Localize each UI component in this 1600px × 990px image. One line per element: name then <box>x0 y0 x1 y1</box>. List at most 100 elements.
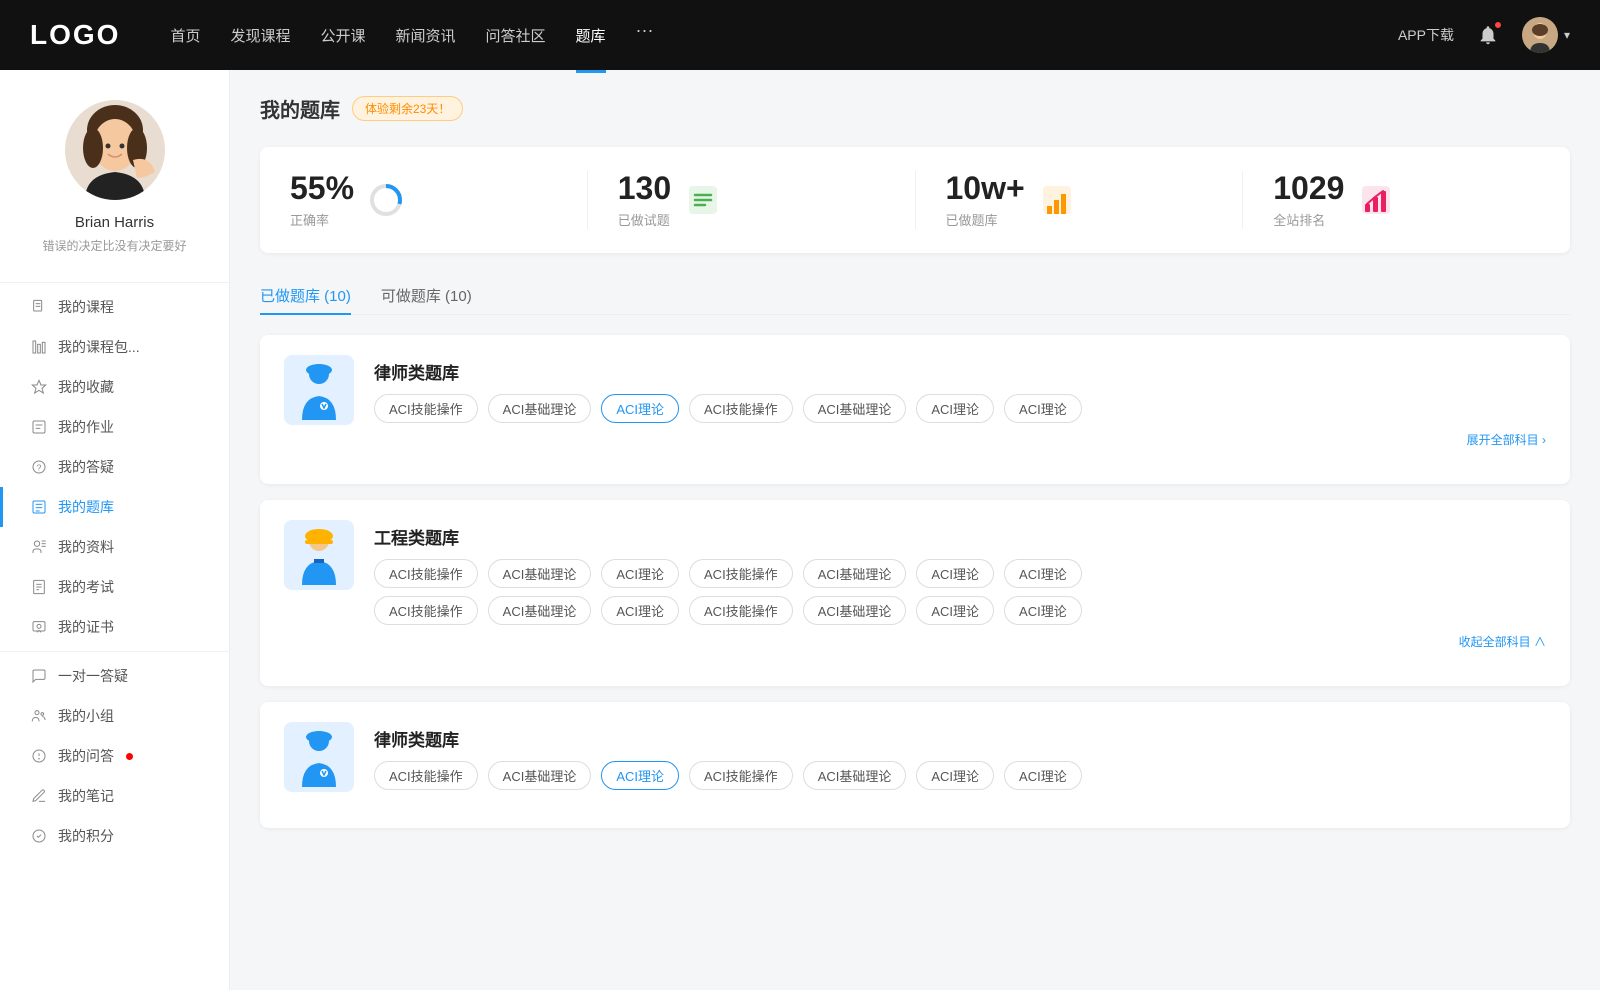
tag[interactable]: ACI基础理论 <box>803 596 907 625</box>
tag[interactable]: ACI技能操作 <box>374 394 478 423</box>
sidebar-item-my-cert[interactable]: 我的证书 <box>0 607 229 647</box>
sidebar-item-label: 我的课程包... <box>58 337 140 357</box>
nav-open[interactable]: 公开课 <box>320 20 365 51</box>
user-avatar-menu[interactable]: ▾ <box>1522 17 1570 53</box>
tag[interactable]: ACI基础理论 <box>803 394 907 423</box>
sidebar-item-my-profile[interactable]: 我的资料 <box>0 527 229 567</box>
app-download-link[interactable]: APP下载 <box>1398 25 1454 45</box>
tabs-row: 已做题库 (10) 可做题库 (10) <box>260 277 1570 315</box>
sidebar-item-label: 我的考试 <box>58 577 114 597</box>
page-title: 我的题库 <box>260 94 340 123</box>
tag[interactable]: ACI基础理论 <box>803 761 907 790</box>
question-icon: ? <box>30 458 48 476</box>
sidebar-item-label: 我的资料 <box>58 537 114 557</box>
collapse-link-engineer1[interactable]: 收起全部科目 ∧ <box>374 633 1546 650</box>
tag[interactable]: ACI技能操作 <box>374 761 478 790</box>
tags-row-engineer1-row2: ACI技能操作 ACI基础理论 ACI理论 ACI技能操作 ACI基础理论 AC… <box>374 596 1546 625</box>
nav-qa[interactable]: 问答社区 <box>486 20 546 51</box>
svg-text:?: ? <box>37 462 42 472</box>
stat-done-banks-value: 10w+ <box>946 171 1025 206</box>
tag[interactable]: ACI理论 <box>1004 596 1082 625</box>
tag-selected[interactable]: ACI理论 <box>601 761 679 790</box>
cert-icon <box>30 618 48 636</box>
tag[interactable]: ACI理论 <box>601 559 679 588</box>
sidebar-item-my-exam[interactable]: 我的考试 <box>0 567 229 607</box>
homework-icon <box>30 418 48 436</box>
sidebar-item-my-notes[interactable]: 我的笔记 <box>0 776 229 816</box>
sidebar-item-my-group[interactable]: 我的小组 <box>0 696 229 736</box>
stat-accuracy: 55% 正确率 <box>260 171 588 229</box>
tag[interactable]: ACI技能操作 <box>374 596 478 625</box>
qbank-card-header: 工程类题库 ACI技能操作 ACI基础理论 ACI理论 ACI技能操作 ACI基… <box>284 520 1546 650</box>
tag[interactable]: ACI理论 <box>916 559 994 588</box>
nav-qbank[interactable]: 题库 <box>576 20 606 51</box>
qbank-name-engineer1: 工程类题库 <box>374 524 1546 549</box>
chevron-down-icon: ▾ <box>1564 28 1570 42</box>
tag[interactable]: ACI理论 <box>916 596 994 625</box>
sidebar-item-my-questions[interactable]: ? 我的答疑 <box>0 447 229 487</box>
sidebar-item-my-courses[interactable]: 我的课程 <box>0 287 229 327</box>
tag[interactable]: ACI技能操作 <box>689 559 793 588</box>
nav-home[interactable]: 首页 <box>170 20 200 51</box>
pie-icon <box>368 182 404 218</box>
nav-news[interactable]: 新闻资讯 <box>396 20 456 51</box>
stat-done-banks-label: 已做题库 <box>946 210 1025 229</box>
navbar: LOGO 首页 发现课程 公开课 新闻资讯 问答社区 题库 ··· APP下载 <box>0 0 1600 70</box>
sidebar-item-my-favorites[interactable]: 我的收藏 <box>0 367 229 407</box>
profile-name: Brian Harris <box>75 214 154 231</box>
sidebar-item-my-answers[interactable]: 我的问答 <box>0 736 229 776</box>
tag[interactable]: ACI技能操作 <box>689 394 793 423</box>
profile-avatar <box>65 100 165 200</box>
notification-bell-icon[interactable] <box>1474 21 1502 49</box>
rank-icon <box>1358 182 1394 218</box>
stat-done-banks: 10w+ 已做题库 <box>916 171 1244 229</box>
stat-accuracy-label: 正确率 <box>290 210 354 229</box>
sidebar-item-my-homework[interactable]: 我的作业 <box>0 407 229 447</box>
tab-available-banks[interactable]: 可做题库 (10) <box>381 277 472 314</box>
sidebar-item-my-points[interactable]: 我的积分 <box>0 816 229 856</box>
navbar-right: APP下载 ▾ <box>1398 17 1570 53</box>
sidebar-item-one-on-one[interactable]: 一对一答疑 <box>0 656 229 696</box>
tag-selected[interactable]: ACI理论 <box>601 394 679 423</box>
tag[interactable]: ACI理论 <box>601 596 679 625</box>
points-icon <box>30 827 48 845</box>
tag[interactable]: ACI技能操作 <box>689 761 793 790</box>
tag[interactable]: ACI基础理论 <box>488 596 592 625</box>
qbank-name-lawyer1: 律师类题库 <box>374 359 1546 384</box>
tab-done-banks[interactable]: 已做题库 (10) <box>260 277 351 314</box>
avatar <box>1522 17 1558 53</box>
tag[interactable]: ACI理论 <box>916 761 994 790</box>
tag[interactable]: ACI技能操作 <box>689 596 793 625</box>
stat-done-questions-label: 已做试题 <box>618 210 671 229</box>
tag[interactable]: ACI基础理论 <box>488 394 592 423</box>
engineer-icon-wrap <box>284 520 354 590</box>
sidebar-item-label: 一对一答疑 <box>58 666 128 686</box>
stat-accuracy-value: 55% <box>290 171 354 206</box>
lawyer-icon-wrap <box>284 355 354 425</box>
nav-links: 首页 发现课程 公开课 新闻资讯 问答社区 题库 ··· <box>170 20 1398 51</box>
tag[interactable]: ACI理论 <box>1004 394 1082 423</box>
stat-rank: 1029 全站排名 <box>1243 171 1570 229</box>
logo: LOGO <box>30 19 120 51</box>
tag[interactable]: ACI基础理论 <box>488 559 592 588</box>
tag[interactable]: ACI技能操作 <box>374 559 478 588</box>
tags-row-lawyer2: ACI技能操作 ACI基础理论 ACI理论 ACI技能操作 ACI基础理论 AC… <box>374 761 1546 790</box>
tag[interactable]: ACI理论 <box>916 394 994 423</box>
sidebar-item-label: 我的答疑 <box>58 457 114 477</box>
file-icon <box>30 298 48 316</box>
nav-discover[interactable]: 发现课程 <box>230 20 290 51</box>
content-area: 我的题库 体验剩余23天！ 55% 正确率 <box>230 70 1600 990</box>
nav-more[interactable]: ··· <box>636 20 654 51</box>
tag[interactable]: ACI理论 <box>1004 559 1082 588</box>
qbank-name-lawyer2: 律师类题库 <box>374 726 1546 751</box>
tags-row-engineer1-row1: ACI技能操作 ACI基础理论 ACI理论 ACI技能操作 ACI基础理论 AC… <box>374 559 1546 588</box>
stat-rank-value: 1029 <box>1273 171 1344 206</box>
bank-icon <box>1039 182 1075 218</box>
sidebar-item-my-packages[interactable]: 我的课程包... <box>0 327 229 367</box>
expand-link-lawyer1[interactable]: 展开全部科目 › <box>374 431 1546 448</box>
tag[interactable]: ACI基础理论 <box>488 761 592 790</box>
sidebar-item-my-qbank[interactable]: 我的题库 <box>0 487 229 527</box>
tag[interactable]: ACI基础理论 <box>803 559 907 588</box>
qbank-card-header: 律师类题库 ACI技能操作 ACI基础理论 ACI理论 ACI技能操作 ACI基… <box>284 722 1546 792</box>
tag[interactable]: ACI理论 <box>1004 761 1082 790</box>
